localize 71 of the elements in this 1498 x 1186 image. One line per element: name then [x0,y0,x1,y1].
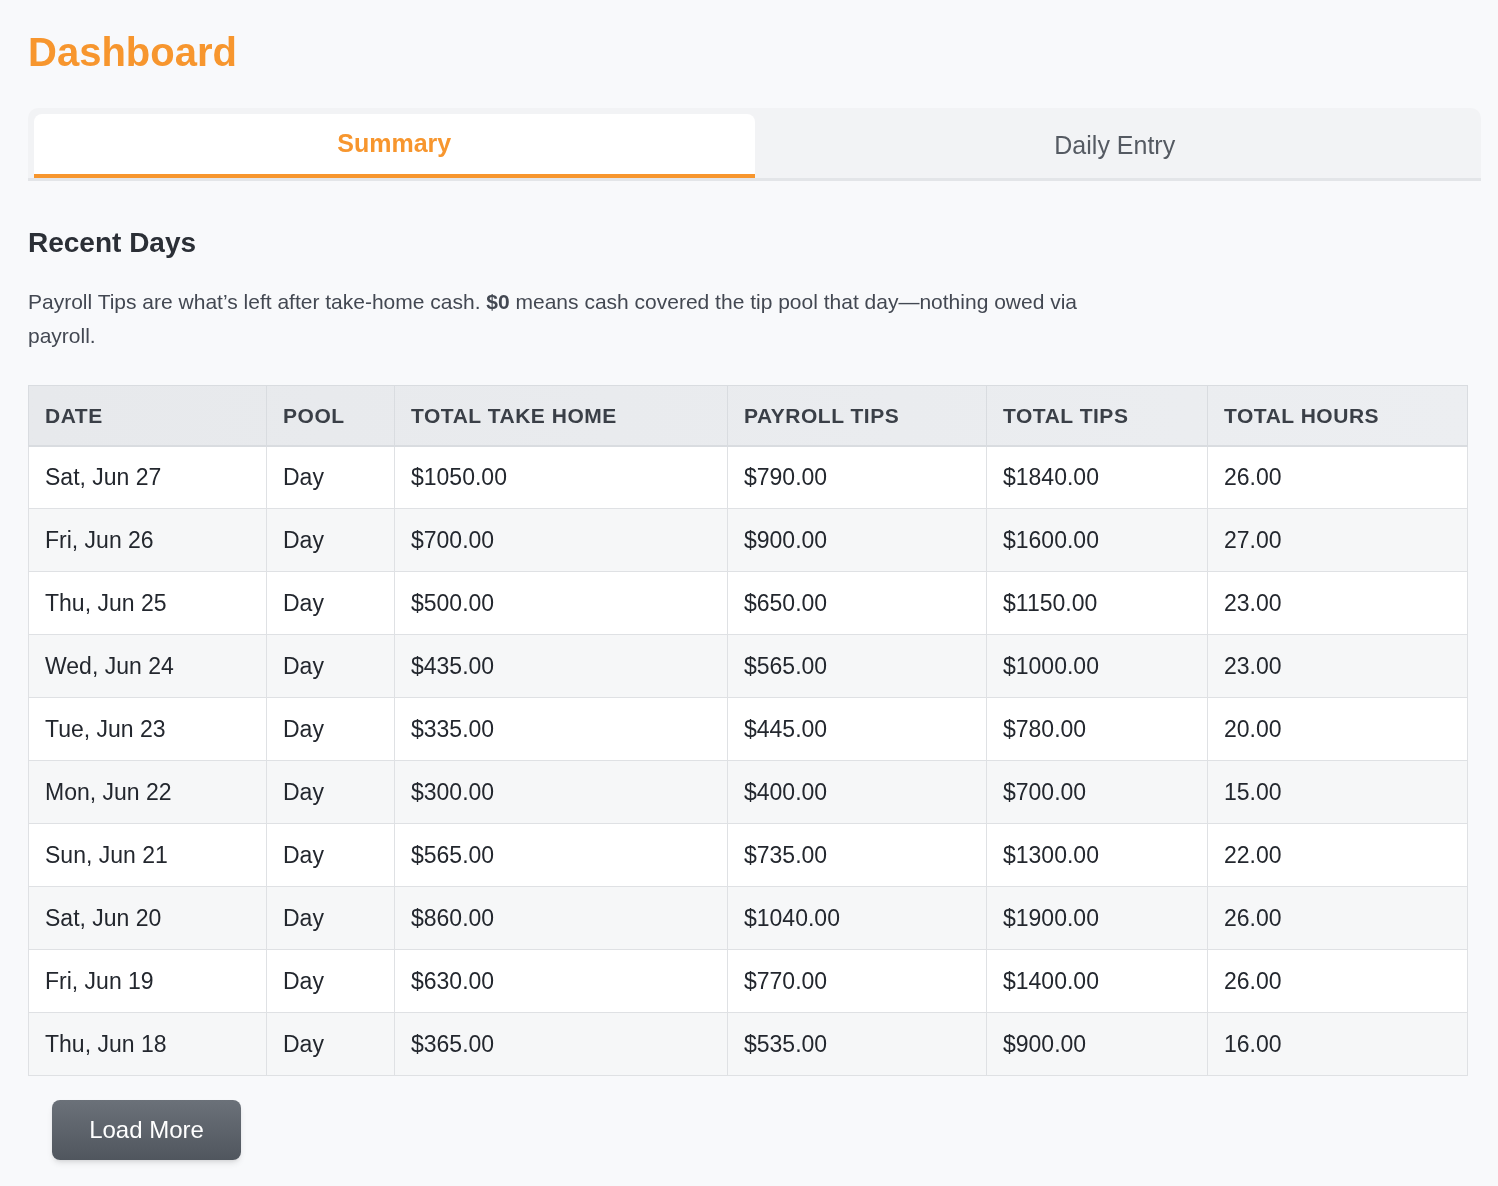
table-cell: Sat, Jun 20 [28,886,267,950]
table-cell: $335.00 [394,697,728,761]
page-title: Dashboard [28,29,237,76]
table-cell: $860.00 [394,886,728,950]
table-cell: Sun, Jun 21 [28,823,267,887]
table-cell: Sat, Jun 27 [28,445,267,509]
table-cell: Day [266,571,395,635]
table-cell: $1300.00 [986,823,1208,887]
tab[interactable]: Daily Entry [754,114,1475,178]
table-cell: 27.00 [1207,508,1468,572]
table-cell: Day [266,823,395,887]
table-cell: Wed, Jun 24 [28,634,267,698]
table-cell: Day [266,949,395,1013]
table-cell: 16.00 [1207,1012,1468,1076]
table-cell: $565.00 [394,823,728,887]
table-cell: $1050.00 [394,445,728,509]
table-cell: 20.00 [1207,697,1468,761]
table-cell: Tue, Jun 23 [28,697,267,761]
load-more-button[interactable]: Load More [52,1100,241,1160]
table-cell: Thu, Jun 18 [28,1012,267,1076]
table-cell: $700.00 [986,760,1208,824]
table-cell: $1000.00 [986,634,1208,698]
table-cell: $435.00 [394,634,728,698]
section-description: Payroll Tips are what’s left after take-home cash. $0 means cash covered the tip pool that day—nothing owed via payroll. [28,289,1079,349]
table-cell: $1150.00 [986,571,1208,635]
table-cell: $735.00 [727,823,987,887]
table-cell: Day [266,508,395,572]
table-cell: $650.00 [727,571,987,635]
table-cell: $1600.00 [986,508,1208,572]
table-cell: $500.00 [394,571,728,635]
table-cell: $300.00 [394,760,728,824]
table-cell: $900.00 [986,1012,1208,1076]
table-cell: $1840.00 [986,445,1208,509]
table-cell: $1400.00 [986,949,1208,1013]
table-cell: $445.00 [727,697,987,761]
column-header: TOTAL HOURS [1207,385,1468,446]
table-cell: 26.00 [1207,445,1468,509]
table-cell: Mon, Jun 22 [28,760,267,824]
column-header: PAYROLL TIPS [727,385,987,446]
table-cell: $365.00 [394,1012,728,1076]
table-cell: $565.00 [727,634,987,698]
table-cell: 22.00 [1207,823,1468,887]
table-cell: 23.00 [1207,634,1468,698]
table-cell: $630.00 [394,949,728,1013]
table-cell: Fri, Jun 26 [28,508,267,572]
table-cell: $400.00 [727,760,987,824]
column-header: POOL [266,385,395,446]
table-cell: $900.00 [727,508,987,572]
table-cell: $535.00 [727,1012,987,1076]
table-cell: $1040.00 [727,886,987,950]
table-cell: Day [266,1012,395,1076]
table-cell: Day [266,634,395,698]
table-cell: 26.00 [1207,949,1468,1013]
table-cell: Day [266,445,395,509]
table-cell: Day [266,697,395,761]
table-cell: $780.00 [986,697,1208,761]
table-cell: Day [266,886,395,950]
table-cell: 26.00 [1207,886,1468,950]
table-cell: 23.00 [1207,571,1468,635]
column-header: TOTAL TAKE HOME [394,385,728,446]
table-cell: Fri, Jun 19 [28,949,267,1013]
table-cell: $790.00 [727,445,987,509]
table-cell: $1900.00 [986,886,1208,950]
table-cell: Day [266,760,395,824]
table-cell: 15.00 [1207,760,1468,824]
column-header: TOTAL TIPS [986,385,1208,446]
section-heading: Recent Days [28,226,197,260]
table-cell: $770.00 [727,949,987,1013]
column-header: DATE [28,385,267,446]
table-cell: $700.00 [394,508,728,572]
table-cell: Thu, Jun 25 [28,571,267,635]
